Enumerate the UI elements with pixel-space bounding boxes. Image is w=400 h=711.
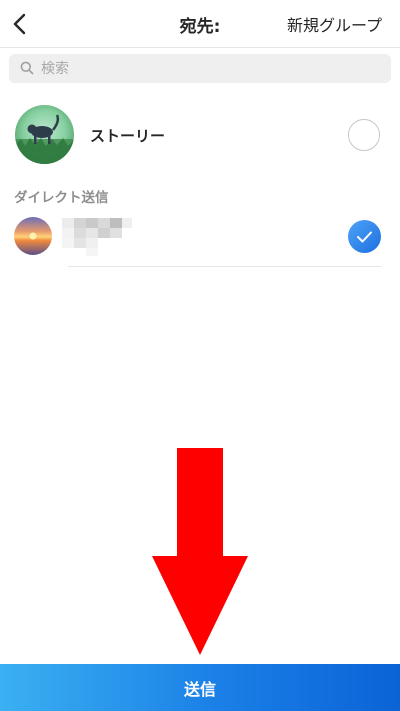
story-avatar bbox=[15, 105, 74, 164]
navigation-bar: 宛先: 新規グループ bbox=[0, 0, 400, 48]
story-label: ストーリー bbox=[90, 127, 166, 145]
search-icon bbox=[20, 61, 34, 75]
avatar bbox=[14, 217, 52, 255]
new-group-button[interactable]: 新規グループ bbox=[287, 12, 382, 36]
checkmark-icon bbox=[357, 231, 372, 243]
send-button-label: 送信 bbox=[183, 679, 216, 699]
chevron-left-icon bbox=[13, 13, 26, 35]
direct-section-header: ダイレクト送信 bbox=[14, 190, 109, 206]
recipient-row[interactable] bbox=[0, 210, 400, 266]
story-option-row[interactable]: ストーリー bbox=[0, 100, 400, 170]
search-bar bbox=[9, 54, 391, 83]
divider bbox=[68, 266, 381, 267]
recipient-name-obscured bbox=[62, 214, 134, 258]
back-button[interactable] bbox=[8, 8, 38, 40]
down-arrow-icon bbox=[152, 448, 248, 655]
recipient-select-radio[interactable] bbox=[348, 220, 381, 253]
search-input[interactable] bbox=[41, 54, 381, 83]
story-select-radio[interactable] bbox=[348, 119, 380, 151]
send-button[interactable]: 送信 bbox=[0, 664, 400, 711]
